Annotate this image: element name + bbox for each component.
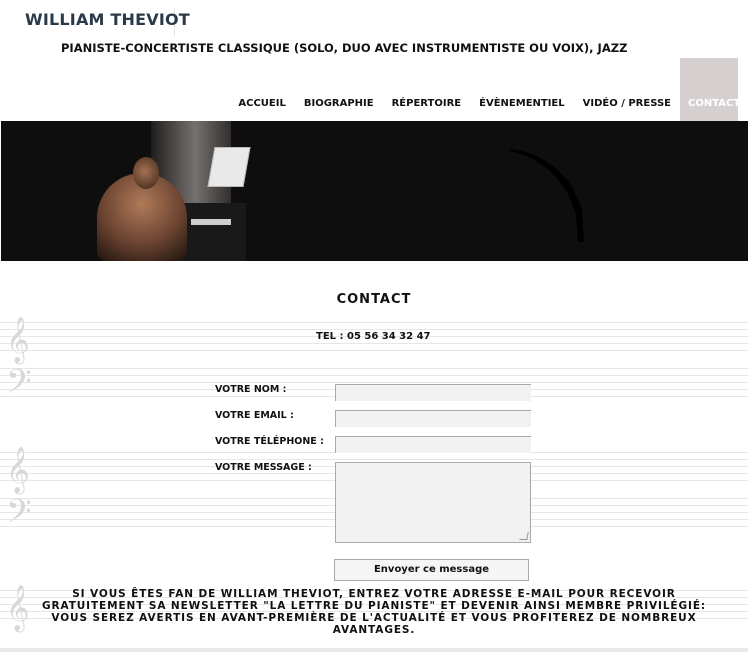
message-label: VOTRE MESSAGE : — [215, 462, 312, 473]
name-label: VOTRE NOM : — [215, 384, 287, 395]
phone-input[interactable] — [335, 436, 531, 453]
sheet-music — [207, 147, 251, 187]
bass-clef-icon: 𝄢 — [6, 363, 32, 409]
page-bottom-edge — [0, 648, 748, 652]
message-textarea[interactable] — [335, 462, 531, 543]
email-input[interactable] — [335, 410, 531, 427]
pianist-head — [133, 157, 159, 189]
resize-handle-icon[interactable] — [519, 532, 529, 540]
newsletter-text: SI VOUS ÊTES FAN DE WILLIAM THEVIOT, ENT… — [41, 588, 706, 636]
bass-clef-icon: 𝄢 — [6, 493, 32, 539]
piano-lid-silhouette — [508, 149, 584, 242]
header-banner-photo — [1, 121, 748, 261]
piano-keys — [191, 219, 231, 225]
treble-clef-icon: 𝄞 — [6, 447, 30, 493]
page-title: CONTACT — [336, 292, 412, 307]
treble-clef-icon: 𝄞 — [6, 317, 30, 363]
name-input[interactable] — [335, 384, 531, 401]
phone-label: VOTRE TÉLÉPHONE : — [215, 436, 324, 447]
send-message-button[interactable]: Envoyer ce message — [334, 559, 529, 581]
email-label: VOTRE EMAIL : — [215, 410, 294, 421]
treble-clef-icon: 𝄞 — [6, 585, 30, 631]
site-title[interactable]: WILLIAM THEVIOT — [25, 10, 190, 29]
site-tagline: PIANISTE-CONCERTISTE CLASSIQUE (SOLO, DU… — [61, 41, 628, 55]
phone-number: TEL : 05 56 34 32 47 — [316, 331, 431, 342]
